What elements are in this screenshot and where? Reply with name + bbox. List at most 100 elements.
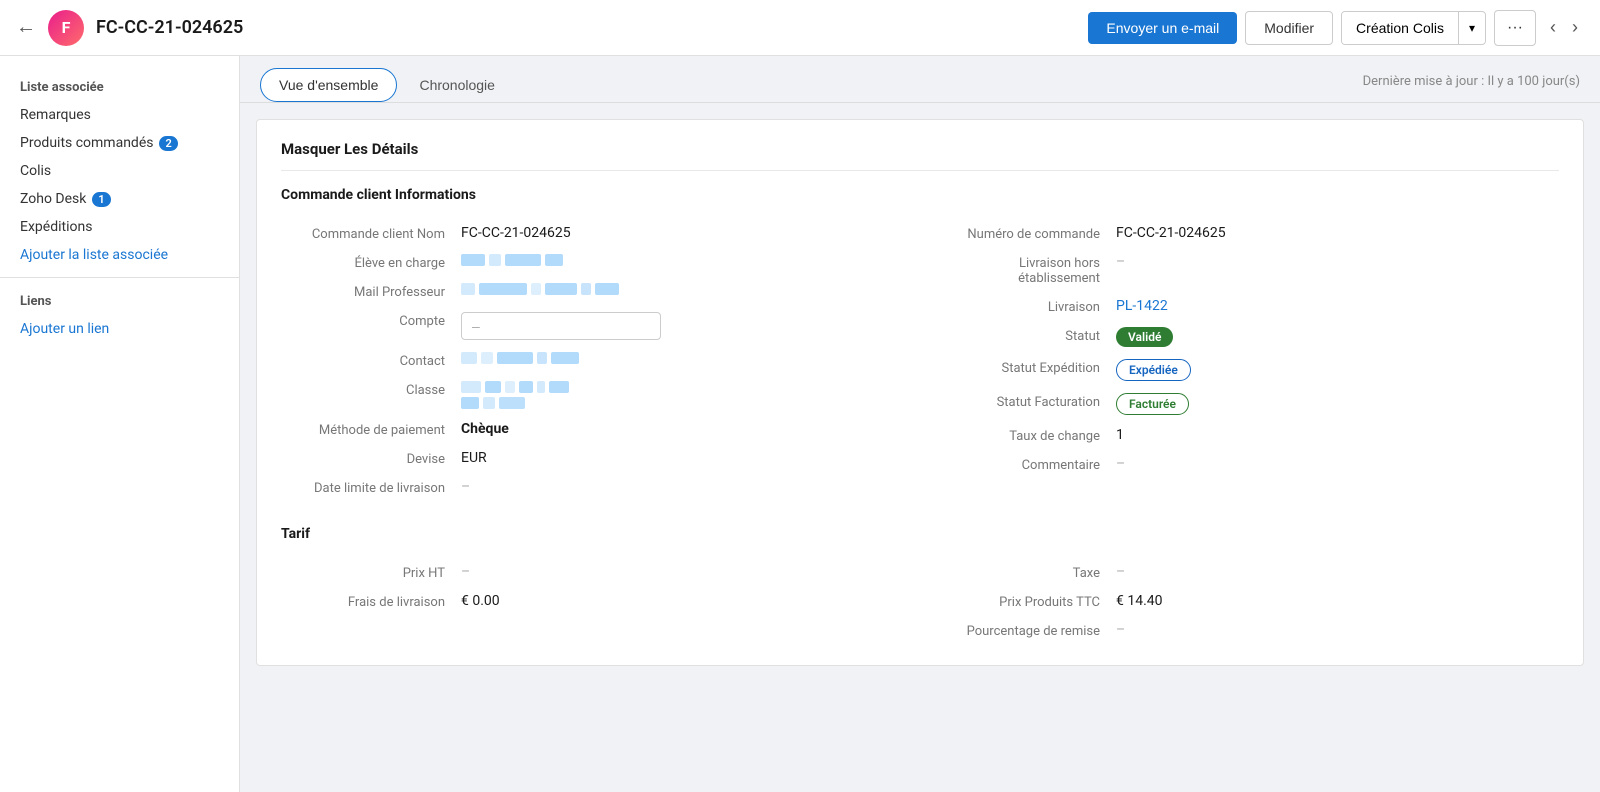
remarques-label: Remarques — [20, 107, 91, 123]
field-mail-prof: Mail Professeur — [281, 277, 904, 306]
field-label-frais: Frais de livraison — [281, 593, 461, 610]
modifier-button[interactable]: Modifier — [1245, 11, 1333, 45]
mail-value — [461, 283, 619, 295]
card-title: Masquer Les Détails — [281, 140, 1559, 158]
field-prix-produits-ttc: Prix Produits TTC € 14.40 — [936, 587, 1559, 616]
field-label-livraison: Livraison — [936, 298, 1116, 315]
field-compte: Compte — [281, 306, 904, 346]
field-label-prix-ht: Prix HT — [281, 564, 461, 581]
main-layout: Liste associée Remarques Produits comman… — [0, 56, 1600, 792]
field-statut-expedition: Statut Expédition Expédiée — [936, 353, 1559, 387]
field-label-contact: Contact — [281, 352, 461, 369]
sidebar-divider — [0, 277, 239, 278]
taux-value: 1 — [1116, 427, 1559, 443]
field-label-commentaire: Commentaire — [936, 456, 1116, 473]
field-label-statut: Statut — [936, 327, 1116, 344]
field-taux-change: Taux de change 1 — [936, 421, 1559, 450]
sidebar: Liste associée Remarques Produits comman… — [0, 56, 240, 792]
details-card: Masquer Les Détails Commande client Info… — [256, 119, 1584, 666]
creation-colis-button[interactable]: Création Colis — [1342, 12, 1459, 44]
field-label-methode: Méthode de paiement — [281, 421, 461, 438]
sidebar-item-remarques[interactable]: Remarques — [0, 101, 239, 129]
content-area: Vue d'ensemble Chronologie Dernière mise… — [240, 56, 1600, 792]
field-label-taxe: Taxe — [936, 564, 1116, 581]
expeditions-label: Expéditions — [20, 219, 92, 235]
prix-ht-value: – — [461, 564, 904, 580]
liens-title: Liens — [0, 286, 239, 315]
sidebar-item-zoho-desk[interactable]: Zoho Desk 1 — [0, 185, 239, 213]
date-value: – — [461, 479, 904, 495]
section-subtitle: Commande client Informations — [281, 187, 1559, 203]
field-label-prix-ttc: Prix Produits TTC — [936, 593, 1116, 610]
remise-value: – — [1116, 622, 1559, 638]
field-livraison-hors: Livraison hors établissement – — [936, 248, 1559, 292]
field-statut: Statut Validé — [936, 321, 1559, 353]
tab-bar: Vue d'ensemble Chronologie Dernière mise… — [240, 56, 1600, 103]
section-divider-top — [281, 170, 1559, 171]
field-label-classe: Classe — [281, 381, 461, 398]
zoho-label: Zoho Desk — [20, 191, 86, 207]
right-fields: Numéro de commande FC-CC-21-024625 Livra… — [936, 219, 1559, 502]
taxe-value: – — [1116, 564, 1559, 580]
livraison-value[interactable]: PL-1422 — [1116, 298, 1559, 314]
produits-badge: 2 — [159, 136, 177, 151]
field-value: FC-CC-21-024625 — [461, 225, 904, 241]
field-label-devise: Devise — [281, 450, 461, 467]
facturation-badge: Facturée — [1116, 393, 1189, 415]
ajouter-lien-link[interactable]: Ajouter un lien — [0, 315, 239, 343]
field-statut-facturation: Statut Facturation Facturée — [936, 387, 1559, 421]
methode-value: Chèque — [461, 421, 904, 437]
field-devise: Devise EUR — [281, 444, 904, 473]
field-label-facturation: Statut Facturation — [936, 393, 1116, 410]
tarif-title: Tarif — [281, 526, 1559, 542]
field-label-numero: Numéro de commande — [936, 225, 1116, 242]
field-frais-livraison: Frais de livraison € 0.00 — [281, 587, 904, 616]
top-header: ← F FC-CC-21-024625 Envoyer un e-mail Mo… — [0, 0, 1600, 56]
produits-label: Produits commandés — [20, 135, 153, 151]
field-label-date: Date limite de livraison — [281, 479, 461, 496]
email-button[interactable]: Envoyer un e-mail — [1088, 12, 1237, 44]
field-label-livraison-hors: Livraison hors établissement — [936, 254, 1116, 286]
tab-chronologie[interactable]: Chronologie — [401, 68, 513, 102]
field-commentaire: Commentaire – — [936, 450, 1559, 479]
field-label: Commande client Nom — [281, 225, 461, 242]
commentaire-value: – — [1116, 456, 1559, 472]
tarif-left-fields: Prix HT – Frais de livraison € 0.00 — [281, 558, 904, 645]
numero-value: FC-CC-21-024625 — [1116, 225, 1559, 241]
field-label-compte: Compte — [281, 312, 461, 329]
prix-ttc-value: € 14.40 — [1116, 593, 1559, 609]
creation-colis-split: Création Colis ▾ — [1341, 11, 1486, 45]
avatar: F — [48, 10, 84, 46]
field-classe: Classe — [281, 375, 904, 415]
record-title: FC-CC-21-024625 — [96, 17, 1076, 38]
field-contact: Contact — [281, 346, 904, 375]
compte-input[interactable] — [461, 312, 661, 340]
field-label-taux: Taux de change — [936, 427, 1116, 444]
next-record-button[interactable]: › — [1566, 13, 1584, 42]
frais-value: € 0.00 — [461, 593, 904, 609]
eleve-value — [461, 254, 563, 266]
colis-label: Colis — [20, 163, 51, 179]
prev-record-button[interactable]: ‹ — [1544, 13, 1562, 42]
back-button[interactable]: ← — [16, 16, 36, 39]
tabs: Vue d'ensemble Chronologie — [260, 68, 513, 102]
tab-vue-ensemble[interactable]: Vue d'ensemble — [260, 68, 397, 102]
sidebar-item-expeditions[interactable]: Expéditions — [0, 213, 239, 241]
tarif-right-fields: Taxe – Prix Produits TTC € 14.40 Pourcen… — [936, 558, 1559, 645]
field-taxe: Taxe – — [936, 558, 1559, 587]
classe-value-1 — [461, 381, 569, 393]
zoho-badge: 1 — [92, 192, 110, 207]
creation-colis-dropdown[interactable]: ▾ — [1459, 13, 1485, 43]
devise-value: EUR — [461, 450, 904, 466]
sidebar-item-produits-commandes[interactable]: Produits commandés 2 — [0, 129, 239, 157]
field-label-remise: Pourcentage de remise — [936, 622, 1116, 639]
sidebar-item-colis[interactable]: Colis — [0, 157, 239, 185]
more-options-button[interactable]: ··· — [1494, 10, 1536, 46]
ajouter-liste-link[interactable]: Ajouter la liste associée — [0, 241, 239, 269]
field-methode-paiement: Méthode de paiement Chèque — [281, 415, 904, 444]
liste-associee-title: Liste associée — [0, 72, 239, 101]
field-numero-commande: Numéro de commande FC-CC-21-024625 — [936, 219, 1559, 248]
nav-arrows: ‹ › — [1544, 13, 1584, 42]
field-commande-nom: Commande client Nom FC-CC-21-024625 — [281, 219, 904, 248]
classe-value-2 — [461, 397, 569, 409]
